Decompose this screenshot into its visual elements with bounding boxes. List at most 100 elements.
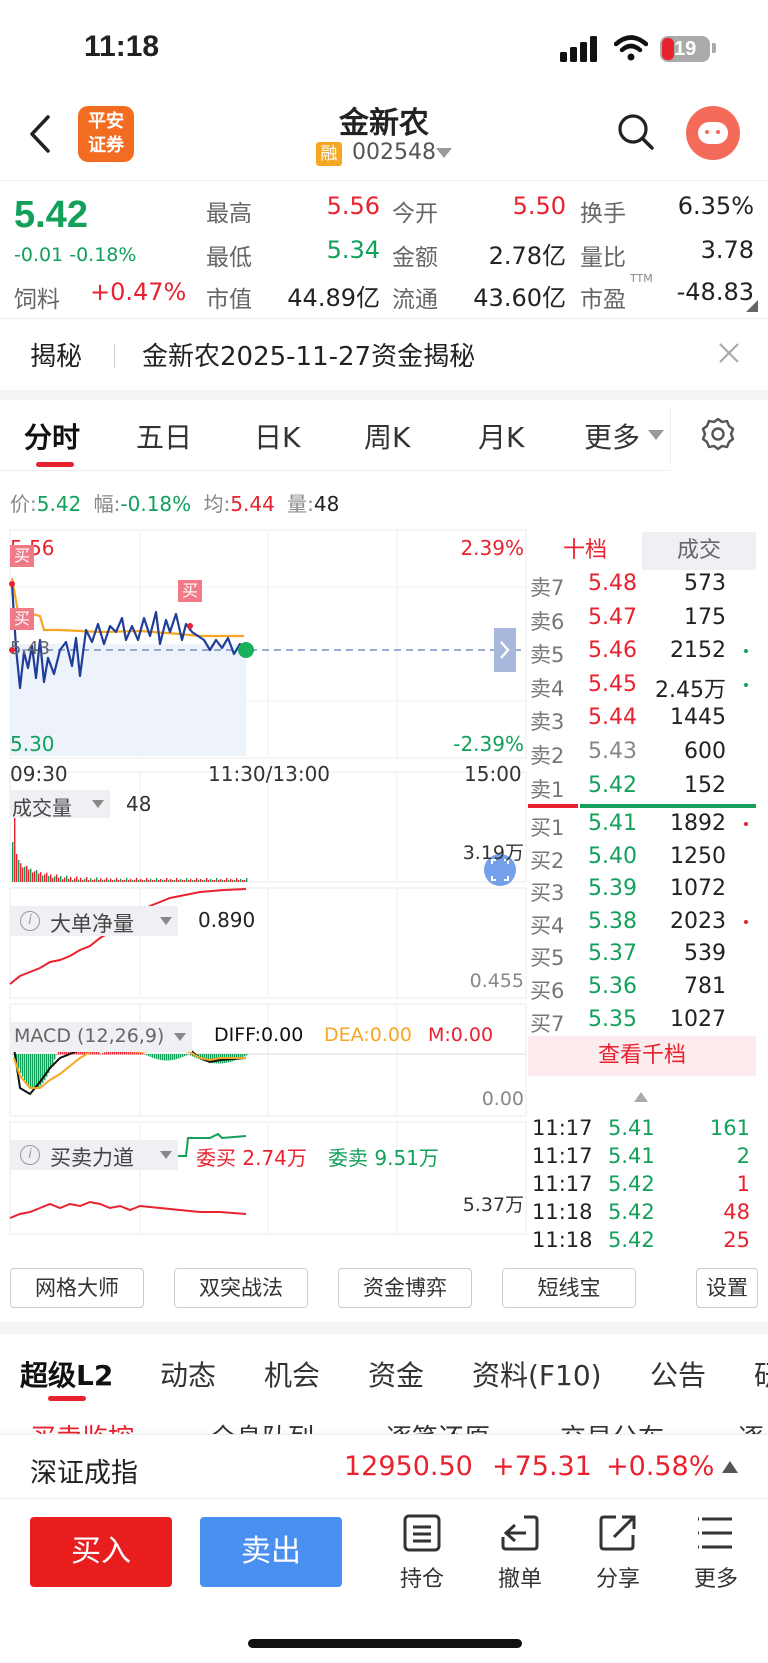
volume-bar bbox=[192, 880, 194, 882]
subtab-monitor[interactable]: 买卖监控 bbox=[30, 1418, 134, 1434]
sell-button[interactable]: 卖出 bbox=[200, 1517, 342, 1587]
volume-bar bbox=[144, 879, 146, 882]
broker-logo: 平安 证券 bbox=[78, 106, 134, 162]
order-book-row[interactable]: 卖7 5.48 573 bbox=[528, 568, 756, 602]
macd-bar bbox=[52, 1054, 54, 1065]
high-value: 5.56 bbox=[326, 192, 380, 220]
level-price: 5.38 bbox=[588, 908, 637, 934]
tab-opportunity[interactable]: 机会 bbox=[264, 1354, 320, 1394]
tab-research[interactable]: 研 bbox=[754, 1354, 768, 1394]
force-level-label: 5.37万 bbox=[462, 1194, 524, 1216]
close-icon[interactable] bbox=[718, 342, 740, 364]
back-icon[interactable] bbox=[28, 114, 52, 154]
level-label: 买7 bbox=[530, 1011, 565, 1036]
level-label: 卖2 bbox=[530, 743, 565, 768]
macd-bar bbox=[20, 1054, 22, 1073]
order-book-row[interactable]: 买6 5.36 781 bbox=[528, 971, 756, 1004]
volume-bar bbox=[202, 880, 204, 882]
order-book-row[interactable]: 买3 5.39 1072 bbox=[528, 873, 756, 906]
order-book-row[interactable]: 买4 5.38 2023 bbox=[528, 906, 756, 939]
tab-daily-k[interactable]: 日K bbox=[254, 416, 300, 456]
bigorder-indicator-selector[interactable]: i 大单净量 bbox=[10, 906, 178, 936]
volume-bar bbox=[172, 880, 174, 882]
ask-list: 卖7 5.48 573 卖6 5.47 175 卖5 5.46 2152 卖4 5.45 2.45万卖… bbox=[528, 568, 756, 803]
tab-super-l2[interactable]: 超级L2 bbox=[20, 1354, 113, 1394]
tab-five-day[interactable]: 五日 bbox=[136, 416, 192, 456]
grid-master-button[interactable]: 网格大师 bbox=[10, 1268, 144, 1308]
force-indicator-selector[interactable]: i 买卖力道 bbox=[10, 1140, 178, 1170]
macd-bar bbox=[100, 1054, 102, 1055]
macd-bar bbox=[246, 1054, 248, 1056]
expand-up-icon[interactable] bbox=[722, 1461, 738, 1473]
share-label: 分享 bbox=[595, 1567, 640, 1592]
tools-settings-button[interactable]: 设置 bbox=[696, 1268, 758, 1308]
more-dropdown-icon[interactable] bbox=[648, 430, 664, 442]
order-book-row[interactable]: 买7 5.35 1027 bbox=[528, 1004, 756, 1036]
view-more-levels-button[interactable]: 查看千档 bbox=[528, 1036, 756, 1076]
intraday-info-line: 价:5.42 幅:-0.18% 均:5.44 量:48 bbox=[10, 488, 339, 517]
order-book-row[interactable]: 卖4 5.45 2.45万 bbox=[528, 669, 756, 703]
order-book-row[interactable]: 卖1 5.42 152 bbox=[528, 770, 756, 804]
tab-intraday[interactable]: 分时 bbox=[24, 416, 80, 456]
capital-game-button[interactable]: 资金博弈 bbox=[338, 1268, 472, 1308]
code-dropdown-icon[interactable] bbox=[436, 148, 452, 160]
price-change-pct: -0.18% bbox=[69, 244, 137, 266]
volume-bar bbox=[194, 879, 196, 882]
macd-bar bbox=[172, 1054, 174, 1060]
share-button[interactable]: 分享 bbox=[586, 1513, 650, 1597]
tab-announcement[interactable]: 公告 bbox=[650, 1354, 706, 1394]
gear-icon[interactable] bbox=[700, 416, 736, 452]
cancel-order-button[interactable]: 撤单 bbox=[488, 1513, 552, 1597]
collapse-up-icon[interactable] bbox=[634, 1092, 648, 1102]
tab-monthly-k[interactable]: 月K bbox=[478, 416, 524, 456]
home-indicator bbox=[248, 1639, 522, 1648]
buy-signal-tag: 买 bbox=[178, 580, 202, 602]
volume-indicator-selector[interactable]: 成交量 bbox=[10, 790, 110, 820]
macd-indicator-selector[interactable]: MACD (12,26,9) bbox=[10, 1022, 192, 1052]
short-term-button[interactable]: 短线宝 bbox=[502, 1268, 636, 1308]
level-volume: 781 bbox=[684, 973, 726, 999]
order-book-row[interactable]: 买1 5.41 1892 bbox=[528, 808, 756, 841]
volume-bar bbox=[150, 878, 152, 882]
double-breakthrough-button[interactable]: 双突战法 bbox=[174, 1268, 308, 1308]
tab-more[interactable]: 更多 bbox=[584, 416, 640, 456]
volume-bar bbox=[168, 880, 170, 882]
index-ticker[interactable]: 深证成指 12950.50 +75.31 +0.58% bbox=[0, 1434, 768, 1498]
subtab-distribution[interactable]: 交易分布 bbox=[560, 1418, 664, 1434]
order-book-row[interactable]: 买2 5.40 1250 bbox=[528, 841, 756, 874]
expand-corner-icon[interactable] bbox=[746, 300, 758, 312]
level-price: 5.36 bbox=[588, 973, 637, 999]
tab-weekly-k[interactable]: 周K bbox=[364, 416, 410, 456]
more-button[interactable]: 更多 bbox=[684, 1513, 748, 1597]
subtab-more[interactable]: 逐 bbox=[738, 1418, 764, 1434]
buy-button[interactable]: 买入 bbox=[30, 1517, 172, 1587]
tab-capital[interactable]: 资金 bbox=[368, 1354, 424, 1394]
order-book-row[interactable]: 卖6 5.47 175 bbox=[528, 602, 756, 636]
order-book-row[interactable]: 卖2 5.43 600 bbox=[528, 736, 756, 770]
quote-panel: 5.42 -0.01 -0.18% 饲料 +0.47% 最高 最低 市值 5.5… bbox=[0, 184, 768, 318]
sector-label[interactable]: 饲料 bbox=[14, 280, 60, 314]
order-book-row[interactable]: 买5 5.37 539 bbox=[528, 938, 756, 971]
capital-reveal-banner[interactable]: 揭秘 金新农2025-11-27资金揭秘 bbox=[0, 320, 768, 390]
search-icon[interactable] bbox=[616, 112, 656, 152]
undo-icon bbox=[501, 1515, 539, 1551]
order-book-row[interactable]: 卖5 5.46 2152 bbox=[528, 635, 756, 669]
holdings-button[interactable]: 持仓 bbox=[390, 1513, 454, 1597]
broker-logo-line-1: 平安 bbox=[88, 111, 124, 132]
stock-code[interactable]: 002548 bbox=[352, 140, 436, 165]
tab-f10[interactable]: 资料(F10) bbox=[472, 1354, 602, 1394]
volume-bar bbox=[94, 879, 96, 882]
volume-bar bbox=[162, 880, 164, 882]
tab-trades[interactable]: 成交 bbox=[642, 532, 756, 570]
assistant-avatar[interactable] bbox=[686, 106, 740, 160]
level-price: 5.37 bbox=[588, 941, 637, 967]
tab-ten-levels[interactable]: 十档 bbox=[528, 532, 642, 570]
order-book-row[interactable]: 卖3 5.44 1445 bbox=[528, 702, 756, 736]
volume-bar bbox=[180, 878, 182, 882]
vol-ratio-value: 3.78 bbox=[700, 236, 754, 264]
subtab-tick[interactable]: 逐笔还原 bbox=[386, 1418, 490, 1434]
tab-news[interactable]: 动态 bbox=[160, 1354, 216, 1394]
subtab-queue[interactable]: 全息队列 bbox=[210, 1418, 314, 1434]
macd-bar bbox=[156, 1054, 158, 1060]
level-label: 买3 bbox=[530, 881, 565, 906]
